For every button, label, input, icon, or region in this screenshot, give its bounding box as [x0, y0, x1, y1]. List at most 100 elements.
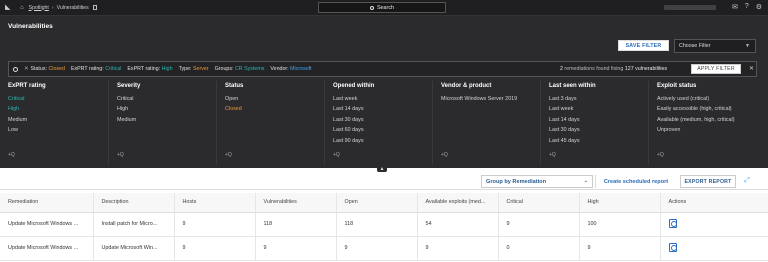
facet-option[interactable]: Last 3 days: [549, 96, 580, 106]
facet-column: Opened within Last week Last 14 days Last 3…: [324, 81, 432, 165]
active-filter-bar[interactable]: ✕ Status: Closed ExPRT rating: Critical E…: [8, 61, 757, 77]
table-cell: 9: [173, 212, 255, 237]
facet-option[interactable]: High: [117, 106, 136, 116]
view-details-icon[interactable]: [668, 242, 677, 252]
create-scheduled-report-button[interactable]: Create scheduled report: [595, 175, 676, 188]
filter-chip-exprt-critical[interactable]: ExPRT rating: Critical: [71, 66, 121, 72]
facet-column: Vendor & product Microsoft Windows Server…: [432, 81, 540, 165]
facet-option[interactable]: Last 90 days: [333, 138, 364, 148]
column-header[interactable]: Critical: [497, 193, 579, 213]
facet-options: Last 3 days Last week Last 14 days Last 30 …: [549, 96, 580, 148]
facet-option[interactable]: Critical: [8, 96, 27, 106]
table-row[interactable]: Update Microsoft Windows ... Install patc…: [0, 212, 768, 237]
filter-chip-type[interactable]: Type: Server: [179, 66, 209, 72]
column-header[interactable]: Actions: [659, 193, 768, 213]
facet-options: Last week Last 14 days Last 30 days Last 60…: [333, 96, 364, 148]
filter-chip-exprt-high[interactable]: ExPRT rating: High: [127, 66, 172, 72]
results-toolbar: Group by Remediation ⌄ Create scheduled …: [0, 172, 768, 190]
apply-filter-button[interactable]: APPLY FILTER: [691, 64, 741, 74]
facet-option[interactable]: Critical: [117, 96, 136, 106]
add-query-icon[interactable]: +Q: [225, 152, 232, 158]
table-cell: 0: [497, 236, 579, 261]
add-query-icon[interactable]: +Q: [333, 152, 340, 158]
breadcrumb-app-link[interactable]: Spotlight: [29, 5, 49, 11]
group-by-dropdown[interactable]: Group by Remediation ⌄: [481, 175, 593, 188]
top-navigation-bar: ◣ ⌂ Spotlight › Vulnerabilities Search ✉…: [0, 0, 768, 16]
add-query-icon[interactable]: +Q: [8, 152, 15, 158]
facet-option[interactable]: Medium: [8, 117, 27, 127]
clear-filters-icon[interactable]: ✕: [747, 64, 756, 74]
column-header[interactable]: Hosts: [173, 193, 255, 213]
facet-options: Actively used (critical) Easily accessibl…: [657, 96, 735, 138]
add-query-icon[interactable]: +Q: [441, 152, 448, 158]
filter-chip-key: Status:: [30, 66, 47, 72]
filter-chip-value: Closed: [48, 66, 65, 72]
facet-option[interactable]: Last 30 days: [549, 127, 580, 137]
global-search-button[interactable]: Search: [318, 2, 446, 13]
search-icon: [369, 5, 374, 10]
help-icon[interactable]: ?: [745, 3, 749, 11]
settings-icon[interactable]: ⚙: [756, 3, 762, 11]
facet-option[interactable]: Last 14 days: [549, 117, 580, 127]
table-row[interactable]: Update Microsoft Windows ... Update Micro…: [0, 236, 768, 261]
add-query-icon[interactable]: +Q: [117, 152, 124, 158]
facet-option[interactable]: Closed: [225, 106, 242, 116]
remove-chip-icon[interactable]: ✕: [24, 66, 28, 72]
filter-chip-key: Groups:: [214, 66, 234, 72]
facet-option[interactable]: Microsoft Windows Server 2019: [441, 96, 517, 106]
actions-cell: [659, 236, 768, 261]
save-filter-button[interactable]: SAVE FILTER: [618, 40, 669, 51]
facet-option[interactable]: High: [8, 106, 27, 116]
add-query-icon[interactable]: +Q: [549, 152, 556, 158]
falcon-logo-icon[interactable]: ◣: [5, 4, 15, 12]
choose-filter-dropdown[interactable]: Choose Filter ▼: [674, 39, 756, 53]
filter-chip-groups[interactable]: Groups: CR Systems: [215, 66, 265, 72]
facet-option[interactable]: Last 60 days: [333, 127, 364, 137]
table-cell: 118: [335, 212, 417, 237]
facet-option[interactable]: Unproven: [657, 127, 735, 137]
column-header[interactable]: Available exploits (med...: [416, 193, 498, 213]
bookmark-icon[interactable]: [92, 5, 97, 10]
vulnerability-total: 127 vulnerabilities: [624, 66, 668, 72]
table-cell: 54: [416, 212, 498, 237]
home-icon[interactable]: ⌂: [20, 5, 24, 11]
user-account-redacted[interactable]: [664, 5, 716, 10]
column-header[interactable]: High: [578, 193, 660, 213]
facet-options: Critical High Medium Low: [8, 96, 27, 138]
facet-column: Exploit status Actively used (critical) Ea…: [648, 81, 768, 165]
facet-option[interactable]: Last 14 days: [333, 106, 364, 116]
facet-option[interactable]: Last week: [333, 96, 364, 106]
filter-chip-status[interactable]: ✕ Status: Closed: [24, 66, 65, 72]
facet-option[interactable]: Medium: [117, 117, 136, 127]
facet-title: Exploit status: [657, 83, 697, 89]
view-details-icon[interactable]: [668, 218, 677, 228]
expand-fullscreen-icon[interactable]: ⤢: [742, 176, 752, 186]
facet-option[interactable]: Low: [8, 127, 27, 137]
filter-chip-value: CR Systems: [234, 66, 265, 72]
table-cell: Update Microsoft Windows ...: [0, 236, 93, 261]
remediations-table: Remediation Description Hosts Vulnerabiliti…: [0, 193, 768, 261]
search-icon: [13, 66, 18, 72]
column-header[interactable]: Open: [335, 193, 417, 213]
facet-option[interactable]: Last 45 days: [549, 138, 580, 148]
table-cell: Update Microsoft Win...: [92, 236, 174, 261]
table-header-row: Remediation Description Hosts Vulnerabiliti…: [0, 193, 768, 213]
facet-title: Vendor & product: [441, 83, 492, 89]
facet-option[interactable]: Available (medium, high, critical): [657, 117, 735, 127]
facet-option[interactable]: Last 30 days: [333, 117, 364, 127]
table-cell: 9: [416, 236, 498, 261]
column-header[interactable]: Remediation: [0, 193, 93, 213]
facet-option[interactable]: Actively used (critical): [657, 96, 735, 106]
filter-chip-value: High: [161, 66, 173, 72]
facet-options: Critical High Medium: [117, 96, 136, 127]
filter-chip-vendor[interactable]: Vendor: Microsoft: [270, 66, 311, 72]
facet-option[interactable]: Easily accessible (high, critical): [657, 106, 735, 116]
export-report-button[interactable]: EXPORT REPORT: [680, 175, 736, 188]
facet-columns: ExPRT rating Critical High Medium Low +Q Sever…: [0, 81, 768, 168]
facet-option[interactable]: Last week: [549, 106, 580, 116]
facet-option[interactable]: Open: [225, 96, 242, 106]
messages-icon[interactable]: ✉: [732, 3, 738, 11]
add-query-icon[interactable]: +Q: [657, 152, 664, 158]
column-header[interactable]: Vulnerabilities: [254, 193, 336, 213]
column-header[interactable]: Description: [92, 193, 174, 213]
